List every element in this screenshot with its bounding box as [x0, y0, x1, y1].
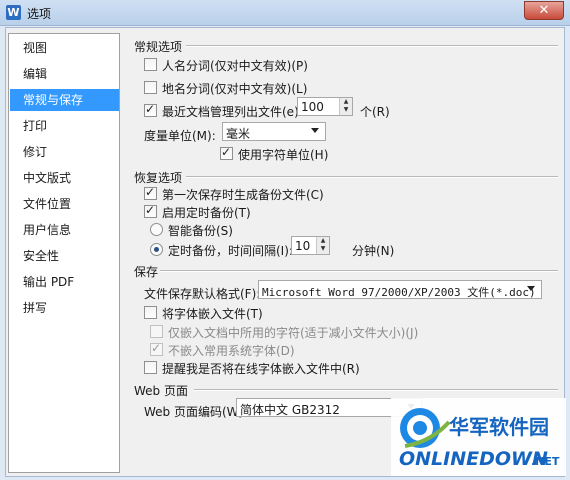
default-format-select[interactable]: Microsoft Word 97/2000/XP/2003 文件(*.doc): [258, 280, 542, 299]
sidebar-item-spelling[interactable]: 拼写: [10, 297, 119, 319]
person-names-checkbox[interactable]: [144, 58, 157, 71]
place-names-checkbox[interactable]: [144, 81, 157, 94]
backup-interval-unit: 分钟(N): [352, 244, 395, 258]
web-encoding-label: Web 页面编码(W):: [144, 405, 248, 419]
sidebar-item-security[interactable]: 安全性: [10, 245, 119, 267]
timed-interval-label[interactable]: 定时备份，时间间隔(I):: [168, 242, 293, 259]
person-names-label[interactable]: 人名分词(仅对中文有效)(P): [162, 57, 308, 74]
watermark-cn-text: 华军软件园: [449, 415, 549, 439]
sidebar-item-export-pdf[interactable]: 输出 PDF: [10, 271, 119, 293]
spin-up-icon[interactable]: ▲: [340, 98, 352, 106]
no-common-fonts-label[interactable]: 不嵌入常用系统字体(D): [168, 342, 295, 359]
chevron-down-icon[interactable]: [527, 286, 535, 291]
backup-interval-spin-buttons[interactable]: ▲ ▼: [316, 237, 329, 254]
chevron-down-icon[interactable]: [311, 128, 319, 133]
save-group-title: 保存: [134, 265, 159, 279]
remind-online-fonts-checkbox[interactable]: [144, 361, 157, 374]
measure-unit-select[interactable]: 毫米: [222, 122, 326, 141]
char-unit-checkbox[interactable]: [220, 145, 233, 160]
measure-unit-label: 度量单位(M):: [144, 129, 216, 143]
web-group-title: Web 页面: [134, 384, 188, 398]
recent-files-value[interactable]: 100: [301, 100, 324, 114]
wps-app-icon: W: [6, 5, 21, 20]
recent-files-label[interactable]: 最近文档管理列出文件(e):: [162, 103, 303, 120]
embed-used-only-label[interactable]: 仅嵌入文档中所用的字符(适于减小文件大小)(J): [168, 324, 418, 341]
smart-backup-radio[interactable]: [150, 223, 163, 236]
recent-files-unit: 个(R): [360, 105, 390, 119]
default-format-label: 文件保存默认格式(F):: [144, 287, 261, 301]
measure-unit-value: 毫米: [226, 127, 251, 141]
recent-files-spinner[interactable]: 100 ▲ ▼: [297, 97, 353, 116]
sidebar-item-user-info[interactable]: 用户信息: [10, 219, 119, 241]
save-group-divider: [160, 270, 558, 272]
remind-online-fonts-label[interactable]: 提醒我是否将在线字体嵌入文件中(R): [162, 360, 360, 377]
sidebar-item-chinese-layout[interactable]: 中文版式: [10, 167, 119, 189]
char-unit-label[interactable]: 使用字符单位(H): [238, 146, 328, 163]
backup-interval-spinner[interactable]: 10 ▲ ▼: [291, 236, 330, 255]
default-format-value: Microsoft Word 97/2000/XP/2003 文件(*.doc): [262, 286, 536, 299]
backup-interval-value[interactable]: 10: [295, 239, 310, 253]
watermark-tld-text: .NET: [531, 455, 560, 468]
general-group-divider: [186, 45, 558, 47]
timed-backup-label[interactable]: 启用定时备份(T): [162, 204, 251, 221]
sidebar-item-edit[interactable]: 编辑: [10, 63, 119, 85]
no-common-fonts-checkbox[interactable]: [150, 341, 163, 356]
backup-group-title: 恢复选项: [134, 171, 183, 185]
title-bar: W 选项 ✕: [0, 0, 570, 26]
first-save-backup-label[interactable]: 第一次保存时生成备份文件(C): [162, 186, 324, 203]
general-group-title: 常规选项: [134, 40, 183, 54]
first-save-backup-checkbox[interactable]: [144, 185, 157, 200]
spin-down-icon[interactable]: ▼: [317, 245, 329, 253]
close-icon: ✕: [538, 3, 550, 18]
web-encoding-value: 简体中文 GB2312: [240, 403, 340, 417]
sidebar-item-general-save[interactable]: 常规与保存: [10, 89, 119, 111]
spin-up-icon[interactable]: ▲: [317, 237, 329, 245]
embed-fonts-checkbox[interactable]: [144, 306, 157, 319]
window-title: 选项: [27, 7, 52, 21]
onlinedown-watermark: 华军软件园 ONLINEDOWN .NET: [391, 398, 566, 476]
close-button[interactable]: ✕: [524, 1, 564, 20]
sidebar-item-view[interactable]: 视图: [10, 37, 119, 59]
sidebar-item-print[interactable]: 打印: [10, 115, 119, 137]
sidebar-item-revision[interactable]: 修订: [10, 141, 119, 163]
spin-down-icon[interactable]: ▼: [340, 106, 352, 114]
embed-used-only-checkbox[interactable]: [150, 325, 163, 338]
sidebar-item-file-location[interactable]: 文件位置: [10, 193, 119, 215]
place-names-label[interactable]: 地名分词(仅对中文有效)(L): [162, 80, 307, 97]
recent-files-checkbox[interactable]: [144, 102, 157, 117]
timed-interval-radio[interactable]: [150, 243, 163, 256]
watermark-brand-text: ONLINEDOWN: [399, 448, 548, 470]
onlinedown-logo: 华军软件园 ONLINEDOWN .NET: [391, 398, 566, 476]
web-group-divider: [194, 389, 558, 391]
smart-backup-label[interactable]: 智能备份(S): [168, 222, 233, 239]
recent-files-spin-buttons[interactable]: ▲ ▼: [339, 98, 352, 115]
options-sidebar: 视图 编辑 常规与保存 打印 修订 中文版式 文件位置 用户信息 安全性 输出 …: [8, 33, 120, 473]
backup-group-divider: [186, 176, 558, 178]
embed-fonts-label[interactable]: 将字体嵌入文件(T): [162, 305, 263, 322]
timed-backup-checkbox[interactable]: [144, 203, 157, 218]
